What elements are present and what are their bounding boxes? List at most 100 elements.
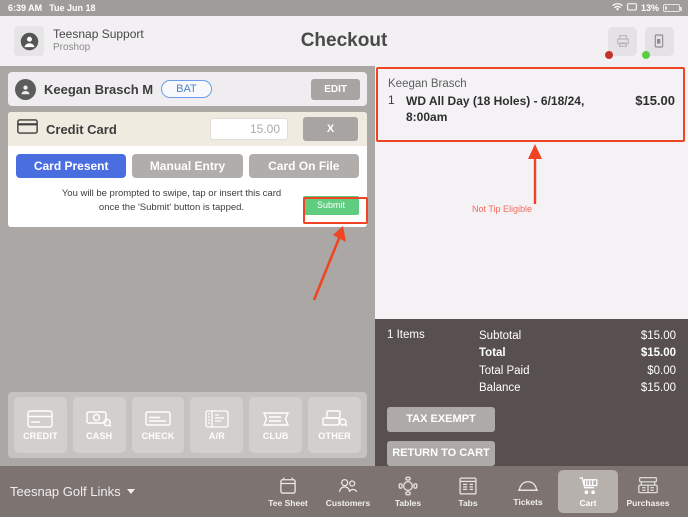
total-row-balance: Balance $15.00 [479,380,676,397]
app-header: Teesnap Support Proshop Checkout [0,16,688,66]
screen-mirror-icon [627,2,637,14]
payment-type-strip: CREDIT CASH CHECK A/R CLUB OTHER [8,392,367,458]
total-value: $15.00 [640,382,676,395]
credit-card-icon [17,119,38,139]
paytype-label: CREDIT [23,430,58,441]
nav-item-tee-sheet[interactable]: Tee Sheet [258,470,318,513]
total-label: Subtotal [479,330,522,342]
totals-buttons: TAX EXEMPT RETURN TO CART [387,406,676,466]
edit-button[interactable]: EDIT [311,78,360,100]
course-name: Teesnap Golf Links [10,484,121,499]
total-value: $15.00 [640,330,676,342]
clear-amount-button[interactable]: X [303,117,358,141]
instruction-row: You will be prompted to swipe, tap or in… [16,187,359,219]
paytype-check[interactable]: CHECK [131,397,185,453]
status-badge[interactable]: BAT [161,80,212,98]
submit-wrapper: Submit [303,195,359,215]
nav-label: Cart [579,497,597,508]
nav-item-customers[interactable]: Customers [318,470,378,513]
account-block[interactable]: Teesnap Support Proshop [14,26,144,56]
instruction-text: You will be prompted to swipe, tap or in… [16,187,303,215]
return-to-cart-button[interactable]: RETURN TO CART [387,440,495,466]
tax-exempt-button[interactable]: TAX EXEMPT [387,406,495,432]
printer-status-dot [605,50,613,59]
paytype-label: CASH [86,430,113,441]
ios-status-bar: 6:39 AM Tue Jun 18 13% [0,0,688,16]
paytype-label: A/R [208,430,225,441]
paytype-ar[interactable]: A/R [190,397,244,453]
app-root: 6:39 AM Tue Jun 18 13% Teesnap Support P… [0,0,688,517]
submit-annotation-arrow [312,226,346,301]
cart-item-qty: 1 [388,93,395,107]
submit-button[interactable]: Submit [303,195,359,215]
customer-name: Keegan Brasch M [44,81,154,97]
total-row-total: Total $15.00 [479,345,676,362]
cart-item-description: WD All Day (18 Holes) - 6/18/24, 8:00am [406,94,585,125]
course-selector[interactable]: Teesnap Golf Links [10,484,135,499]
nav-item-tabs[interactable]: Tabs [438,470,498,513]
totals-panel: 1 Items Subtotal $15.00 Total $15.00 Tot… [375,319,688,466]
customer-initial: M [142,81,154,97]
tab-manual-entry[interactable]: Manual Entry [132,154,243,178]
nav-label: Tee Sheet [268,497,308,508]
paytype-credit[interactable]: CREDIT [14,397,67,453]
chevron-down-icon [126,489,135,494]
instruction-line-1: You will be prompted to swipe, tap or in… [61,188,282,199]
nav-item-tables[interactable]: Tables [378,470,438,513]
instruction-line-2: once the 'Submit' button is tapped. [98,201,245,213]
nav-item-purchases[interactable]: Purchases [618,470,678,513]
printer-button[interactable] [605,26,637,59]
user-circle-icon [14,26,44,56]
nav-label: Customers [325,497,371,508]
status-time: 6:39 AM [8,3,43,13]
status-date: Tue Jun 18 [49,3,96,13]
total-label: Balance [479,382,521,395]
bottom-nav: Teesnap Golf Links Tee Sheet Customers T… [0,466,688,517]
cart-item-annotation-label: Not Tip Eligible [472,204,533,214]
cart-item-price: $15.00 [635,93,675,108]
card-reader-button[interactable] [642,26,674,59]
battery-icon [663,4,682,12]
total-label: Total [479,347,506,360]
paytype-label: CHECK [141,430,175,441]
nav-label: Tables [394,497,422,508]
paytype-other[interactable]: OTHER [308,397,361,453]
account-role: Proshop [53,42,91,54]
total-value: $15.00 [640,347,676,360]
paytype-cash[interactable]: CASH [72,397,126,453]
customer-row[interactable]: Keegan Brasch M BAT EDIT [8,72,367,106]
tab-card-present[interactable]: Card Present [16,154,127,178]
tab-card-on-file[interactable]: Card On File [248,154,359,178]
nav-label: Purchases [626,497,670,508]
card-reader-status-dot [642,50,650,59]
paytype-label: OTHER [318,430,351,441]
total-label: Total Paid [479,364,530,377]
cart-items-scroll[interactable]: Keegan Brasch 1 WD All Day (18 Holes) - … [375,66,688,319]
total-value: $0.00 [647,364,676,377]
person-icon [15,78,36,100]
cart-line-item[interactable]: 1 WD All Day (18 Holes) - 6/18/24, 8:00a… [375,93,688,125]
nav-label: Tickets [513,496,543,507]
credit-card-payment-card: Credit Card 15.00 X Card Present Manual … [8,112,367,227]
total-row-total-paid: Total Paid $0.00 [479,363,676,380]
payment-card-header: Credit Card 15.00 X [8,112,367,146]
payment-method-title: Credit Card [46,121,117,137]
nav-label: Tabs [458,497,478,508]
items-count: 1 Items [387,329,425,341]
payment-pane: Keegan Brasch M BAT EDIT Credit Card 15.… [0,66,375,466]
totals-top: 1 Items Subtotal $15.00 Total $15.00 Tot… [387,328,676,398]
battery-percent: 13% [640,3,659,13]
totals-table: Subtotal $15.00 Total $15.00 Total Paid … [479,328,676,398]
cart-group-name: Keegan Brasch [388,78,467,90]
nav-item-cart[interactable]: Cart [558,470,618,513]
account-name: Teesnap Support [53,27,144,42]
total-row-subtotal: Subtotal $15.00 [479,328,676,345]
amount-input[interactable]: 15.00 [210,118,288,140]
paytype-club[interactable]: CLUB [249,397,303,453]
header-actions [605,26,674,59]
nav-items: Tee Sheet Customers Tables Tabs Tickets … [258,470,678,513]
nav-item-tickets[interactable]: Tickets [498,470,558,513]
card-entry-tabs: Card Present Manual Entry Card On File [16,154,359,178]
payment-card-body: Card Present Manual Entry Card On File Y… [8,146,367,227]
paytype-label: CLUB [262,430,289,441]
